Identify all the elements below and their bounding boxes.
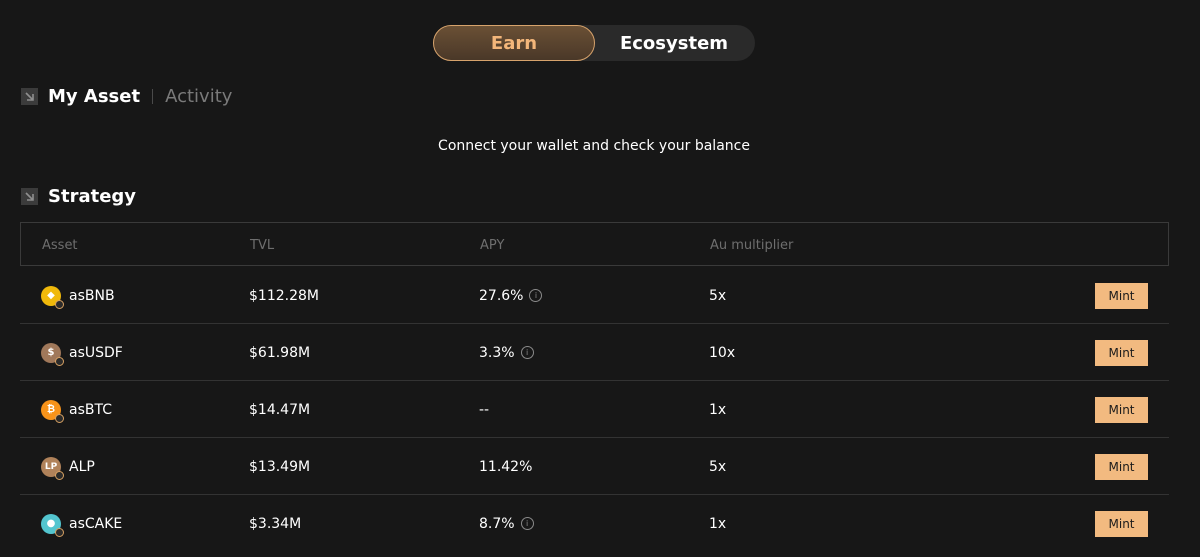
arrow-down-right-icon xyxy=(21,188,38,205)
mint-button[interactable]: Mint xyxy=(1095,454,1148,480)
multiplier-cell: 10x xyxy=(709,344,736,361)
mint-button[interactable]: Mint xyxy=(1095,511,1148,537)
asset-cell: ● asCAKE xyxy=(41,495,122,552)
multiplier-cell: 5x xyxy=(709,287,727,304)
info-icon[interactable]: i xyxy=(520,346,534,359)
multiplier-cell: 1x xyxy=(709,401,727,418)
info-icon[interactable]: i xyxy=(520,517,534,530)
earn-tab[interactable]: Earn xyxy=(433,25,595,61)
asset-name: asBNB xyxy=(69,287,115,304)
asset-cell: ₿ asBTC xyxy=(41,381,112,438)
asset-name: asUSDF xyxy=(69,344,123,361)
connect-wallet-message: Connect your wallet and check your balan… xyxy=(438,138,750,154)
table-row: $ asUSDF $61.98M 3.3% i 10x Mint xyxy=(20,324,1169,381)
multiplier-cell: 5x xyxy=(709,458,727,475)
apy-value: 3.3% xyxy=(479,344,515,361)
mint-button[interactable]: Mint xyxy=(1095,340,1148,366)
asset-name: ALP xyxy=(69,458,95,475)
asset-cell: ◆ asBNB xyxy=(41,267,115,324)
lp-token-icon: LP xyxy=(41,456,64,480)
strategy-title: Strategy xyxy=(48,186,137,207)
apy-cell: -- xyxy=(479,381,489,438)
multiplier-cell: 1x xyxy=(709,515,727,532)
cake-token-icon: ● xyxy=(41,513,64,537)
column-header-apy: APY xyxy=(480,238,505,253)
info-icon[interactable]: i xyxy=(529,289,543,302)
page: Earn Ecosystem My Asset Activity Connect… xyxy=(0,0,1200,557)
apy-cell: 8.7% i xyxy=(479,495,534,552)
table-row: LP ALP $13.49M 11.42% 5x Mint xyxy=(20,438,1169,495)
asset-name: asCAKE xyxy=(69,515,123,532)
column-header-tvl: TVL xyxy=(250,238,275,253)
apy-value: -- xyxy=(479,401,490,418)
token-glyph: LP xyxy=(44,461,58,472)
tvl-cell: $112.28M xyxy=(249,287,319,304)
table-row: ₿ asBTC $14.47M -- 1x Mint xyxy=(20,381,1169,438)
activity-tab[interactable]: Activity xyxy=(165,86,232,107)
my-asset-header: My Asset Activity xyxy=(21,86,232,107)
apy-cell: 27.6% i xyxy=(479,267,543,324)
column-header-multiplier: Au multiplier xyxy=(710,238,794,253)
ecosystem-tab[interactable]: Ecosystem xyxy=(599,25,749,61)
tvl-cell: $13.49M xyxy=(249,458,311,475)
token-glyph: ₿ xyxy=(46,404,56,415)
asset-name: asBTC xyxy=(69,401,112,418)
bnb-token-icon: ◆ xyxy=(41,285,64,309)
table-row: ◆ asBNB $112.28M 27.6% i 5x Mint xyxy=(20,267,1169,324)
usdf-token-icon: $ xyxy=(41,342,64,366)
asset-cell: $ asUSDF xyxy=(41,324,123,381)
apy-cell: 3.3% i xyxy=(479,324,534,381)
apy-cell: 11.42% xyxy=(479,438,532,495)
apy-value: 27.6% xyxy=(479,287,524,304)
tvl-cell: $61.98M xyxy=(249,344,311,361)
token-glyph: ◆ xyxy=(47,290,55,301)
token-glyph: $ xyxy=(47,347,55,358)
mint-button[interactable]: Mint xyxy=(1095,283,1148,309)
earn-ecosystem-toggle: Earn Ecosystem xyxy=(433,25,755,61)
table-header: Asset TVL APY Au multiplier xyxy=(20,222,1169,266)
apy-value: 11.42% xyxy=(479,458,533,475)
table-row: ● asCAKE $3.34M 8.7% i 1x Mint xyxy=(20,495,1169,552)
column-header-asset: Asset xyxy=(42,238,78,253)
asset-cell: LP ALP xyxy=(41,438,95,495)
arrow-down-right-icon xyxy=(21,88,38,105)
tab-divider xyxy=(152,89,154,104)
tvl-cell: $14.47M xyxy=(249,401,311,418)
strategy-header: Strategy xyxy=(21,186,136,207)
btc-token-icon: ₿ xyxy=(41,399,64,423)
mint-button[interactable]: Mint xyxy=(1095,397,1148,423)
apy-value: 8.7% xyxy=(479,515,515,532)
token-glyph: ● xyxy=(46,518,56,529)
my-asset-tab[interactable]: My Asset xyxy=(48,86,140,107)
tvl-cell: $3.34M xyxy=(249,515,302,532)
